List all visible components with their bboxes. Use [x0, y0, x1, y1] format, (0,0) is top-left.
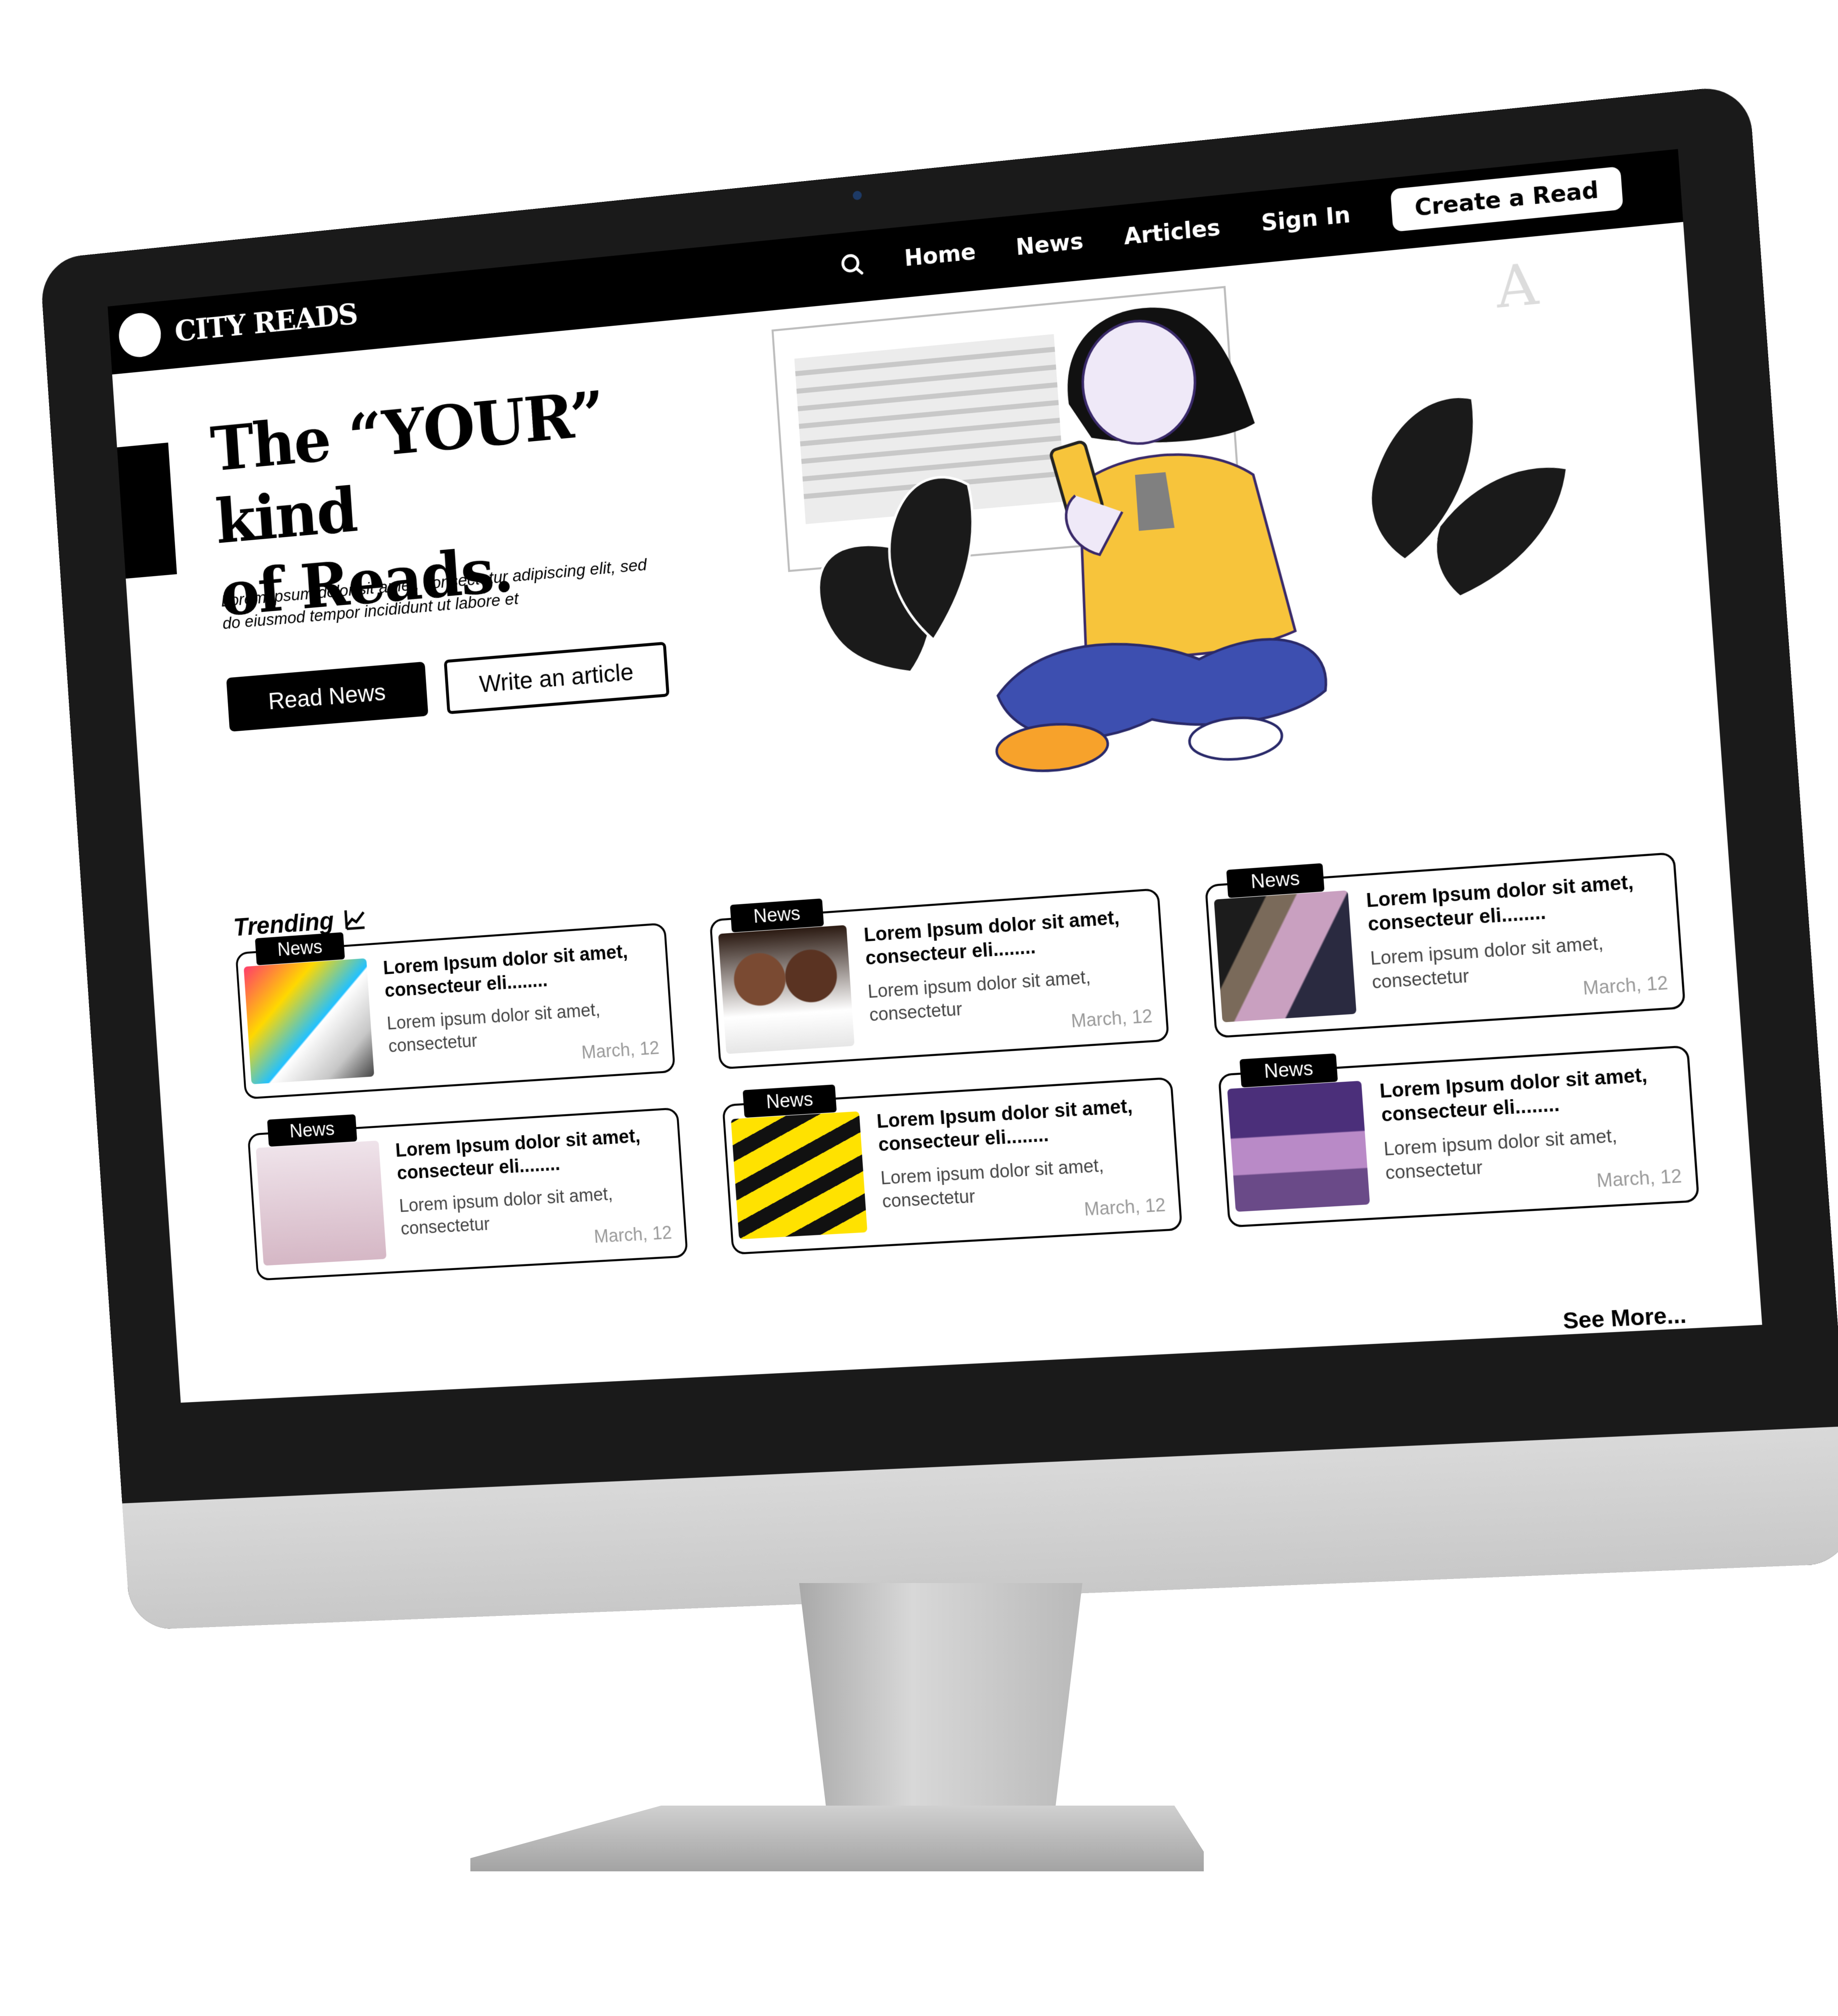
- screen: CITY READS Home News Articles Sign In Cr…: [108, 149, 1762, 1403]
- read-news-button[interactable]: Read News: [226, 662, 428, 732]
- card-thumbnail: [731, 1111, 867, 1239]
- card-date: March, 12: [1070, 1005, 1153, 1032]
- brand-logo: [117, 311, 162, 359]
- webcam: [853, 191, 862, 201]
- nav-news[interactable]: News: [1015, 228, 1084, 260]
- card-title: Lorem Ipsum dolor sit amet, consecteur e…: [395, 1122, 677, 1185]
- news-card[interactable]: News Lorem Ipsum dolor sit amet, consect…: [722, 1077, 1183, 1255]
- monitor-stand-base: [470, 1806, 1204, 1871]
- card-body: Lorem Ipsum dolor sit amet, consecteur e…: [1379, 1061, 1693, 1203]
- card-body: Lorem Ipsum dolor sit amet, consecteur e…: [876, 1092, 1176, 1231]
- card-thumbnail: [256, 1141, 387, 1265]
- search-icon-svg: [838, 250, 866, 279]
- card-badge: News: [1240, 1054, 1338, 1088]
- card-badge: News: [267, 1114, 357, 1147]
- hero-title-line1: The “YOUR” kind: [208, 377, 605, 557]
- card-title: Lorem Ipsum dolor sit amet, consecteur e…: [876, 1092, 1171, 1157]
- card-thumbnail: [1214, 890, 1356, 1022]
- card-title: Lorem Ipsum dolor sit amet, consecteur e…: [382, 938, 665, 1002]
- brand[interactable]: CITY READS: [117, 291, 358, 359]
- card-badge: News: [742, 1084, 837, 1118]
- trending-cards: News Lorem Ipsum dolor sit amet, consect…: [235, 852, 1699, 1281]
- trend-chart-icon: [342, 906, 368, 932]
- card-body: Lorem Ipsum dolor sit amet, consecteur e…: [382, 938, 670, 1075]
- nav-home[interactable]: Home: [903, 239, 977, 272]
- card-thumbnail: [1227, 1081, 1370, 1212]
- card-title: Lorem Ipsum dolor sit amet, consecteur e…: [1379, 1061, 1687, 1127]
- card-title: Lorem Ipsum dolor sit amet, consecteur e…: [1366, 868, 1674, 936]
- news-card[interactable]: News Lorem Ipsum dolor sit amet, consect…: [1218, 1045, 1699, 1228]
- news-card[interactable]: News Lorem Ipsum dolor sit amet, consect…: [235, 923, 676, 1100]
- card-title: Lorem Ipsum dolor sit amet, consecteur e…: [863, 904, 1158, 971]
- write-article-button[interactable]: Write an article: [444, 642, 669, 715]
- card-body: Lorem Ipsum dolor sit amet, consecteur e…: [1366, 868, 1680, 1013]
- card-date: March, 12: [1596, 1165, 1682, 1192]
- search-icon[interactable]: [838, 250, 866, 279]
- card-body: Lorem Ipsum dolor sit amet, consecteur e…: [863, 904, 1163, 1045]
- nav-articles[interactable]: Articles: [1123, 214, 1221, 250]
- monitor-frame: CITY READS Home News Articles Sign In Cr…: [39, 84, 1838, 1630]
- card-date: March, 12: [593, 1222, 673, 1247]
- decorative-letter-a: A: [1493, 251, 1541, 321]
- news-card[interactable]: News Lorem Ipsum dolor sit amet, consect…: [709, 888, 1169, 1070]
- news-card[interactable]: News Lorem Ipsum dolor sit amet, consect…: [1205, 852, 1686, 1038]
- hero-illustration: A: [761, 216, 1671, 862]
- brand-name: CITY READS: [173, 297, 358, 348]
- card-date: March, 12: [581, 1037, 660, 1063]
- card-date: March, 12: [1083, 1194, 1166, 1220]
- hero-accent-bar: [117, 443, 177, 579]
- nav-sign-in[interactable]: Sign In: [1260, 202, 1351, 237]
- card-thumbnail: [718, 925, 855, 1054]
- card-thumbnail: [244, 958, 374, 1084]
- see-more-link[interactable]: See More...: [1562, 1302, 1687, 1335]
- card-body: Lorem Ipsum dolor sit amet, consecteur e…: [395, 1122, 682, 1258]
- news-card[interactable]: News Lorem Ipsum dolor sit amet, consect…: [247, 1107, 688, 1281]
